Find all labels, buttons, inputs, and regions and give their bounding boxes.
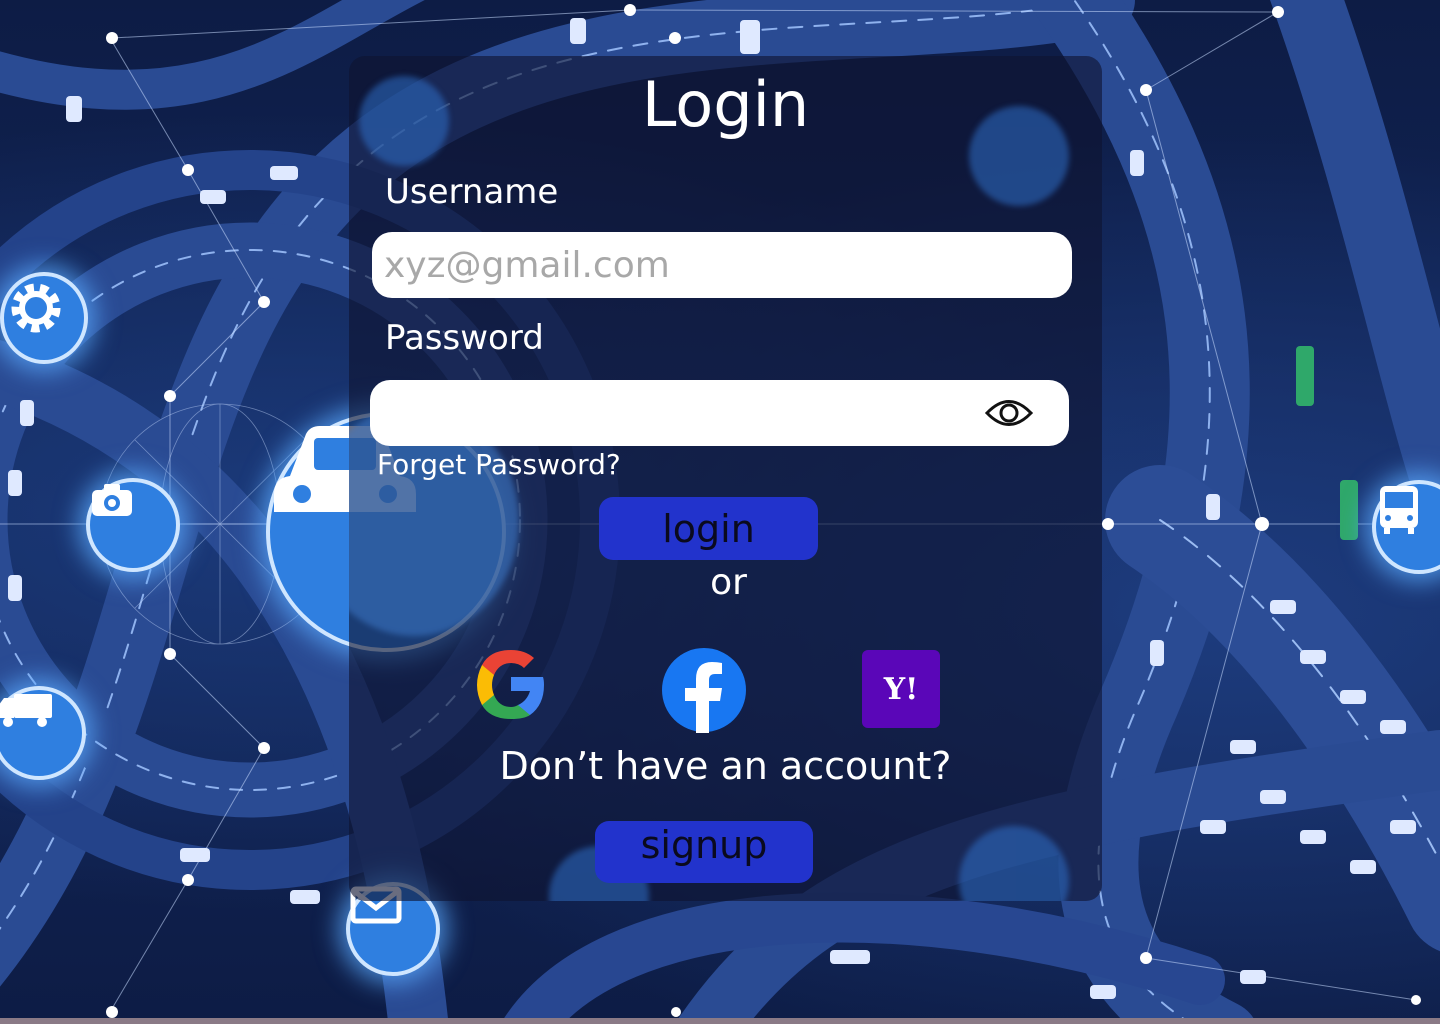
password-label: Password [385, 318, 544, 358]
gear-icon [0, 272, 88, 364]
signup-button[interactable]: signup [595, 821, 813, 883]
google-login-button[interactable] [473, 646, 549, 724]
page-title: Login [641, 68, 810, 141]
camera-icon [86, 478, 180, 572]
or-separator: or [710, 562, 747, 603]
username-label: Username [385, 172, 559, 212]
google-icon [477, 650, 544, 719]
facebook-icon [662, 648, 746, 733]
login-card: Login Username Password Forget Password?… [349, 56, 1102, 901]
search-icon [959, 826, 1069, 901]
no-account-text: Don’t have an account? [499, 744, 952, 788]
password-input[interactable] [370, 380, 1069, 446]
eye-icon[interactable] [985, 395, 1033, 431]
bottom-border [0, 1018, 1440, 1024]
facebook-login-button[interactable] [661, 647, 747, 733]
forgot-password-link[interactable]: Forget Password? [377, 448, 621, 481]
username-input[interactable] [372, 232, 1072, 298]
yahoo-login-button[interactable]: Y! [862, 650, 940, 728]
login-button[interactable]: login [599, 497, 818, 560]
